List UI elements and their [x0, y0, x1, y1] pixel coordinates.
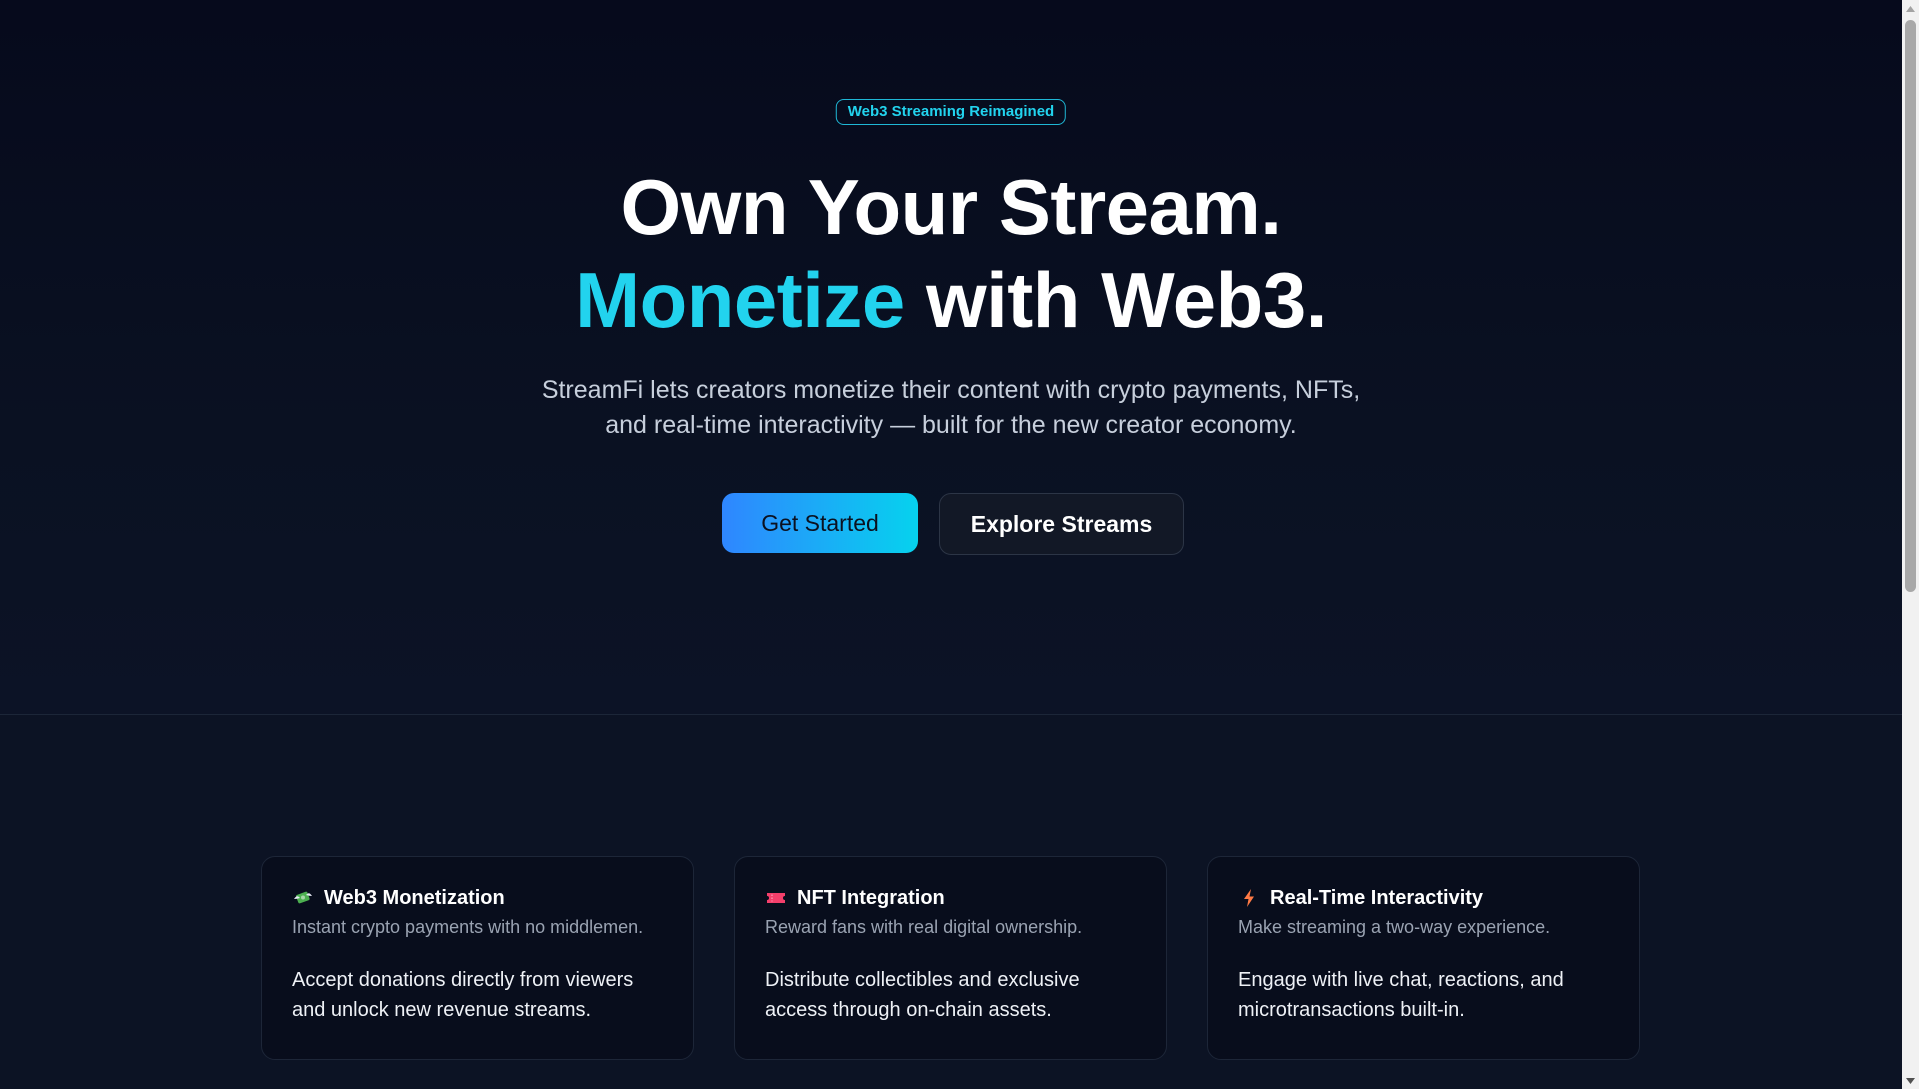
headline-line-2: Monetize with Web3.: [0, 253, 1902, 347]
feature-card-title: NFT Integration: [797, 886, 945, 909]
hero-section: Web3 Streaming Reimagined Own Your Strea…: [0, 0, 1902, 715]
hero-buttons: Get Started Explore Streams: [0, 493, 1902, 555]
feature-card-body-line: Distribute collectibles and exclusive: [765, 969, 1080, 991]
feature-card-title-row: Real-Time Interactivity: [1238, 884, 1609, 912]
feature-card-subtitle: Reward fans with real digital ownership.: [765, 917, 1083, 937]
feature-cards: Web3 Monetization Instant crypto payment…: [261, 856, 1640, 1060]
viewport: Web3 Streaming Reimagined Own Your Strea…: [0, 0, 1902, 1089]
scroll-up-arrow-icon[interactable]: [1902, 0, 1919, 17]
lightning-icon: [1238, 887, 1260, 909]
hero-badge: Web3 Streaming Reimagined: [835, 99, 1067, 125]
feature-card-title: Real-Time Interactivity: [1270, 886, 1484, 909]
feature-card-subtitle: Instant crypto payments with no middleme…: [292, 917, 644, 937]
hero-subtitle: StreamFi lets creators monetize their co…: [0, 373, 1902, 443]
feature-card-subtitle: Make streaming a two-way experience.: [1238, 917, 1551, 937]
feature-card-title-row: Web3 Monetization: [292, 884, 663, 912]
feature-card-body: Accept donations directly from viewers a…: [292, 965, 663, 1025]
explore-streams-button[interactable]: Explore Streams: [939, 493, 1184, 555]
feature-card-real-time-interactivity: Real-Time Interactivity Make streaming a…: [1207, 856, 1640, 1060]
get-started-button[interactable]: Get Started: [722, 493, 918, 553]
money-wings-icon: [292, 887, 314, 909]
feature-card-body-line: Engage with live chat, reactions, and: [1238, 969, 1564, 991]
ticket-icon: [765, 887, 787, 909]
scroll-down-arrow-icon[interactable]: [1902, 1072, 1919, 1089]
headline-line-2-rest: with Web3.: [904, 256, 1327, 344]
features-section: Web3 Monetization Instant crypto payment…: [0, 715, 1902, 1089]
feature-card-body-line: Accept donations directly from viewers: [292, 969, 634, 991]
scrollbar-thumb[interactable]: [1905, 20, 1916, 592]
feature-card-web3-monetization: Web3 Monetization Instant crypto payment…: [261, 856, 694, 1060]
page: Web3 Streaming Reimagined Own Your Strea…: [0, 0, 1919, 1089]
feature-card-body-line: and unlock new revenue streams.: [292, 999, 592, 1021]
hero-subtitle-line-2: and real-time interactivity — built for …: [605, 411, 1297, 439]
vertical-scrollbar[interactable]: [1902, 0, 1919, 1089]
feature-card-body-line: access through on-chain assets.: [765, 999, 1052, 1021]
feature-card-body: Engage with live chat, reactions, and mi…: [1238, 965, 1609, 1025]
feature-card-nft-integration: NFT Integration Reward fans with real di…: [734, 856, 1167, 1060]
feature-card-title-row: NFT Integration: [765, 884, 1136, 912]
headline-accent: Monetize: [575, 256, 905, 344]
headline-line-1: Own Your Stream.: [620, 163, 1282, 251]
feature-card-body-line: microtransactions built-in.: [1238, 999, 1465, 1021]
feature-card-body: Distribute collectibles and exclusive ac…: [765, 965, 1136, 1025]
hero-subtitle-line-1: StreamFi lets creators monetize their co…: [541, 376, 1361, 404]
feature-card-title: Web3 Monetization: [324, 886, 505, 909]
